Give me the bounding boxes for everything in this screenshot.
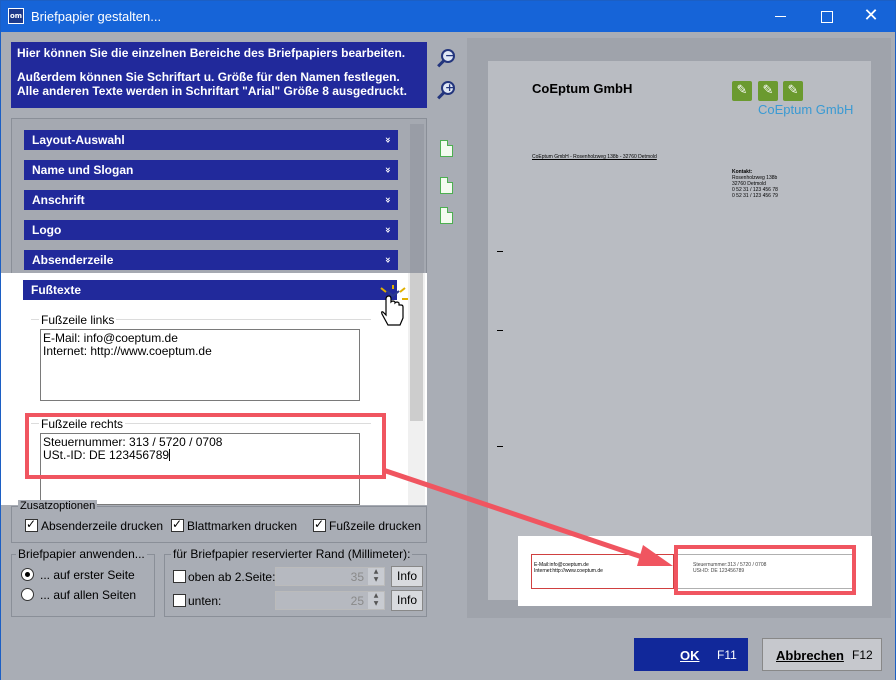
section-logo[interactable]: Logo » — [24, 220, 398, 240]
oben-value: 35 — [350, 570, 364, 584]
unten-checkbox[interactable] — [173, 594, 186, 607]
scrollbar-thumb-active[interactable] — [410, 273, 423, 421]
preview-company-name: CoEptum GmbH — [532, 81, 633, 96]
oben-label: oben ab 2.Seite: — [188, 570, 276, 584]
maximize-button[interactable] — [817, 6, 837, 26]
section-label: Fußtexte — [31, 283, 82, 297]
info-line-1: Hier können Sie die einzelnen Bereiche d… — [17, 46, 406, 60]
anwenden-group — [11, 554, 155, 617]
unten-spinner[interactable]: 25 ▲ ▼ — [275, 591, 385, 610]
cancel-button[interactable]: Abbrechen F12 — [762, 638, 882, 671]
minimize-button[interactable] — [771, 6, 791, 26]
page-first-icon[interactable] — [440, 177, 453, 194]
section-absenderzeile[interactable]: Absenderzeile » — [24, 250, 398, 270]
unten-value: 25 — [350, 594, 364, 608]
chevron-down-icon: » — [381, 226, 393, 234]
section-label: Name und Slogan — [32, 163, 134, 177]
preview-sender-line: CoEptum GmbH - Rosenholzweg 138b - 32760… — [532, 154, 657, 160]
close-button[interactable]: ✕ — [861, 6, 881, 26]
zoom-out-icon[interactable]: − — [434, 47, 460, 73]
chevron-down-icon: » — [381, 196, 393, 204]
anwenden-title: Briefpapier anwenden... — [16, 547, 147, 561]
unten-info-button[interactable]: Info — [391, 590, 423, 611]
page-following-icon[interactable] — [440, 207, 453, 224]
footer-left-textarea[interactable]: E-Mail: info@coeptum.de Internet: http:/… — [40, 329, 360, 401]
highlight-footer-preview — [674, 545, 856, 595]
logo-tool-icon: ✎ — [732, 81, 752, 101]
cancel-label-text: Abbrechen — [776, 648, 844, 663]
alle-seiten-label: ... auf allen Seiten — [40, 588, 137, 602]
fusszeile-checkbox[interactable] — [313, 517, 326, 532]
erste-seite-label: ... auf erster Seite — [40, 568, 135, 582]
preview-contact-line: 0 52 31 / 123 456 79 — [732, 193, 778, 199]
cancel-label: Abbrechen — [776, 648, 844, 663]
unten-label: unten: — [188, 594, 222, 608]
info-box: Hier können Sie die einzelnen Bereiche d… — [11, 42, 427, 108]
blattmarken-checkbox[interactable] — [171, 517, 184, 532]
ok-button[interactable]: OK F11 — [634, 638, 748, 671]
erste-seite-radio[interactable] — [21, 568, 34, 581]
preview-logo-text: CoEptum GmbH — [758, 102, 854, 117]
title-bar: om Briefpapier gestalten... ✕ — [1, 1, 895, 32]
section-name-und-slogan[interactable]: Name und Slogan » — [24, 160, 398, 180]
section-label: Layout-Auswahl — [32, 133, 125, 147]
info-line-3: Alle anderen Texte werden in Schriftart … — [17, 84, 407, 98]
page-icon[interactable] — [440, 140, 453, 157]
absenderzeile-checkbox[interactable] — [25, 517, 38, 532]
logo-tool-icon: ✎ — [758, 81, 778, 101]
cancel-shortcut: F12 — [852, 648, 873, 662]
section-label: Logo — [32, 223, 62, 237]
blattmarken-label: Blattmarken drucken — [187, 519, 298, 533]
chevron-down-icon: » — [381, 256, 393, 264]
window-title: Briefpapier gestalten... — [31, 9, 162, 24]
zusatzoptionen-title: Zusatzoptionen — [18, 500, 98, 512]
ok-label: OK — [680, 648, 700, 663]
fold-mark — [497, 251, 503, 252]
section-anschrift[interactable]: Anschrift » — [24, 190, 398, 210]
section-layout-auswahl[interactable]: Layout-Auswahl » — [24, 130, 398, 150]
spinner-arrows-icon[interactable]: ▲ ▼ — [368, 592, 384, 609]
alle-seiten-radio[interactable] — [21, 588, 34, 601]
section-label: Anschrift — [32, 193, 85, 207]
section-fusstexte[interactable]: Fußtexte — [23, 280, 397, 300]
info-line-2: Außerdem können Sie Schriftart u. Größe … — [17, 70, 400, 84]
hand-cursor-icon — [380, 285, 408, 326]
section-label: Absenderzeile — [32, 253, 114, 267]
arrow-icon — [382, 467, 673, 566]
chevron-down-icon: » — [381, 136, 393, 144]
fold-mark — [497, 446, 503, 447]
app-icon: om — [8, 8, 24, 24]
ok-shortcut: F11 — [717, 648, 737, 662]
button-bar — [1, 628, 895, 680]
logo-tool-icon: ✎ — [783, 81, 803, 101]
oben-spinner[interactable]: 35 ▲ ▼ — [275, 567, 385, 586]
absenderzeile-label: Absenderzeile drucken — [41, 519, 164, 533]
oben-checkbox[interactable] — [173, 570, 186, 583]
fold-mark — [497, 330, 503, 331]
highlight-footer-right — [25, 413, 386, 479]
zoom-in-icon[interactable]: + — [434, 79, 460, 105]
chevron-down-icon: » — [381, 166, 393, 174]
footer-left-label: Fußzeile links — [39, 313, 117, 327]
dialog-window: om Briefpapier gestalten... ✕ Hier könne… — [0, 0, 896, 680]
rand-title: für Briefpapier reservierter Rand (Milli… — [171, 547, 413, 561]
